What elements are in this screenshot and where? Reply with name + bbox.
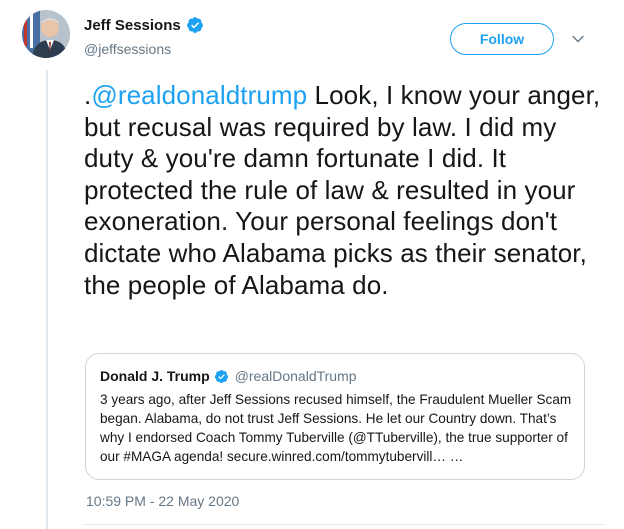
tweet-text: .@realdonaldtrump Look, I know your ange… bbox=[84, 80, 604, 301]
avatar[interactable] bbox=[22, 10, 70, 58]
quote-header: Donald J. Trump @realDonaldTrump bbox=[100, 368, 357, 384]
tweet-body: Look, I know your anger, but recusal was… bbox=[84, 80, 601, 300]
tweet-timestamp[interactable]: 10:59 PM - 22 May 2020 bbox=[86, 493, 239, 509]
verified-badge-icon bbox=[214, 369, 228, 383]
verified-badge-icon bbox=[186, 17, 203, 33]
divider bbox=[84, 524, 604, 525]
quote-author-handle: @realDonaldTrump bbox=[234, 368, 357, 384]
quoted-tweet-card[interactable]: Donald J. Trump @realDonaldTrump 3 years… bbox=[85, 353, 585, 480]
author-name[interactable]: Jeff Sessions bbox=[84, 17, 181, 34]
author-handle[interactable]: @jeffsessions bbox=[84, 41, 171, 57]
author-name-row[interactable]: Jeff Sessions bbox=[84, 16, 204, 34]
avatar-photo bbox=[22, 10, 70, 58]
mention-link[interactable]: @realdonaldtrump bbox=[91, 80, 307, 110]
follow-button[interactable]: Follow bbox=[450, 23, 554, 55]
thread-line bbox=[46, 70, 48, 529]
quote-text: 3 years ago, after Jeff Sessions recused… bbox=[100, 392, 572, 464]
quote-author-name: Donald J. Trump bbox=[100, 368, 210, 384]
chevron-down-icon[interactable] bbox=[571, 32, 585, 46]
